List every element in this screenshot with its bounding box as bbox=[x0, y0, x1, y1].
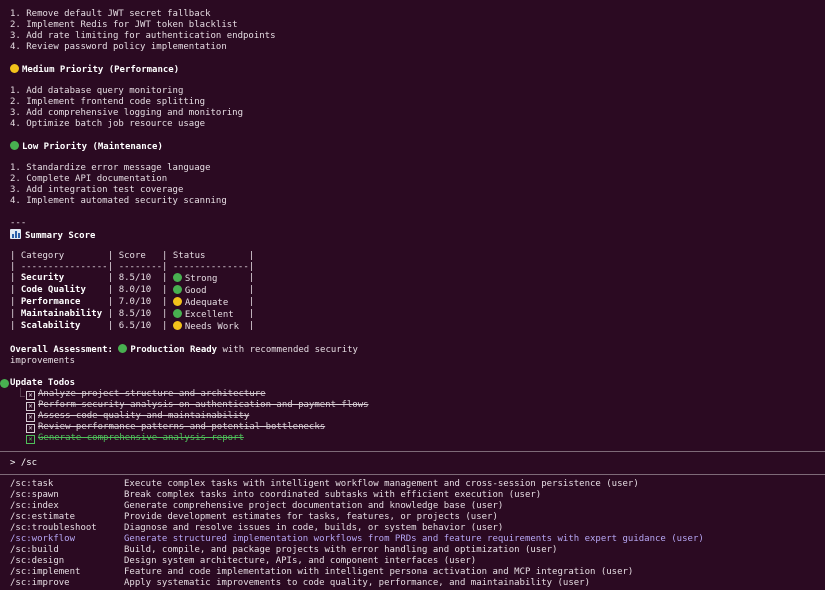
green-circle-icon bbox=[172, 309, 182, 318]
checked-box-icon: ✕ bbox=[26, 402, 35, 411]
checked-box-icon: ✕ bbox=[26, 424, 35, 433]
low-priority-item: 4. Implement automated security scanning bbox=[10, 196, 227, 206]
high-priority-item: 3. Add rate limiting for authentication … bbox=[10, 31, 276, 41]
tree-branch: ⎿ bbox=[16, 389, 26, 399]
command-input-value[interactable]: /sc bbox=[21, 458, 37, 468]
high-priority-item: 2. Implement Redis for JWT token blackli… bbox=[10, 20, 238, 30]
todo-item: ✕ Perform security analysis on authentica… bbox=[10, 400, 820, 411]
table-rule-row: | ---------------- | -------- | -----------… bbox=[10, 262, 255, 272]
summary-heading: Summary Score bbox=[10, 229, 820, 241]
yellow-circle-icon bbox=[172, 297, 182, 306]
update-todos-heading: Update Todos bbox=[0, 378, 820, 389]
medium-priority-item: 3. Add comprehensive logging and monitor… bbox=[10, 108, 243, 118]
todo-item: ⎿ ✕ Analyze project structure and architec… bbox=[16, 389, 266, 400]
table-row: | Maintainability | 8.5/10 | Excellent | bbox=[10, 309, 255, 320]
prompt-symbol: > bbox=[10, 458, 16, 468]
high-priority-item: 1. Remove default JWT secret fallback bbox=[10, 9, 211, 19]
table-header-row: | Category | Score | Status | bbox=[10, 251, 255, 261]
table-row: | Performance | 7.0/10 | Adequate | bbox=[10, 297, 255, 308]
medium-priority-item: 4. Optimize batch job resource usage bbox=[10, 119, 206, 129]
low-priority-heading: Low Priority (Maintenance) bbox=[10, 141, 820, 152]
overall-assessment: Overall Assessment: Production Ready wit… bbox=[10, 344, 358, 366]
green-circle-icon bbox=[0, 379, 9, 388]
bar-chart-icon bbox=[10, 229, 21, 239]
table-row: | Code Quality | 8.0/10 | Good | bbox=[10, 285, 255, 296]
low-priority-item: 3. Add integration test coverage bbox=[10, 185, 184, 195]
terminal-output: 1. Remove default JWT secret fallback 2.… bbox=[0, 9, 820, 444]
green-circle-icon bbox=[10, 141, 19, 150]
green-circle-icon bbox=[172, 273, 182, 282]
medium-priority-item: 2. Implement frontend code splitting bbox=[10, 97, 206, 107]
green-circle-icon bbox=[118, 344, 128, 353]
checked-box-icon: ✕ bbox=[26, 435, 35, 444]
checked-box-icon: ✕ bbox=[26, 413, 35, 422]
todo-item: ✕ Review performance patterns and potenti… bbox=[10, 422, 820, 433]
summary-table: | Category | Score | Status | | ----------… bbox=[10, 251, 254, 333]
command-input[interactable]: > /sc bbox=[10, 458, 37, 469]
todo-item: ✕ Assess code quality and maintainability bbox=[10, 411, 820, 422]
yellow-circle-icon bbox=[10, 64, 19, 73]
input-bottom-border bbox=[0, 474, 825, 475]
separator: --- bbox=[10, 218, 27, 228]
medium-priority-item: 1. Add database query monitoring bbox=[10, 86, 184, 96]
table-row: | Scalability | 6.5/10 | Needs Work | bbox=[10, 321, 255, 332]
input-top-border bbox=[0, 451, 825, 452]
green-circle-icon bbox=[172, 285, 182, 294]
checked-box-icon: ✕ bbox=[26, 391, 35, 400]
table-row: | Security | 8.5/10 | Strong | bbox=[10, 273, 255, 284]
todo-item: ✕ Generate comprehensive analysis report bbox=[10, 433, 820, 444]
yellow-circle-icon bbox=[172, 321, 182, 330]
high-priority-item: 4. Review password policy implementation bbox=[10, 42, 227, 52]
low-priority-item: 2. Complete API documentation bbox=[10, 174, 168, 184]
low-priority-item: 1. Standardize error message language bbox=[10, 163, 211, 173]
medium-priority-heading: Medium Priority (Performance) bbox=[10, 64, 820, 75]
